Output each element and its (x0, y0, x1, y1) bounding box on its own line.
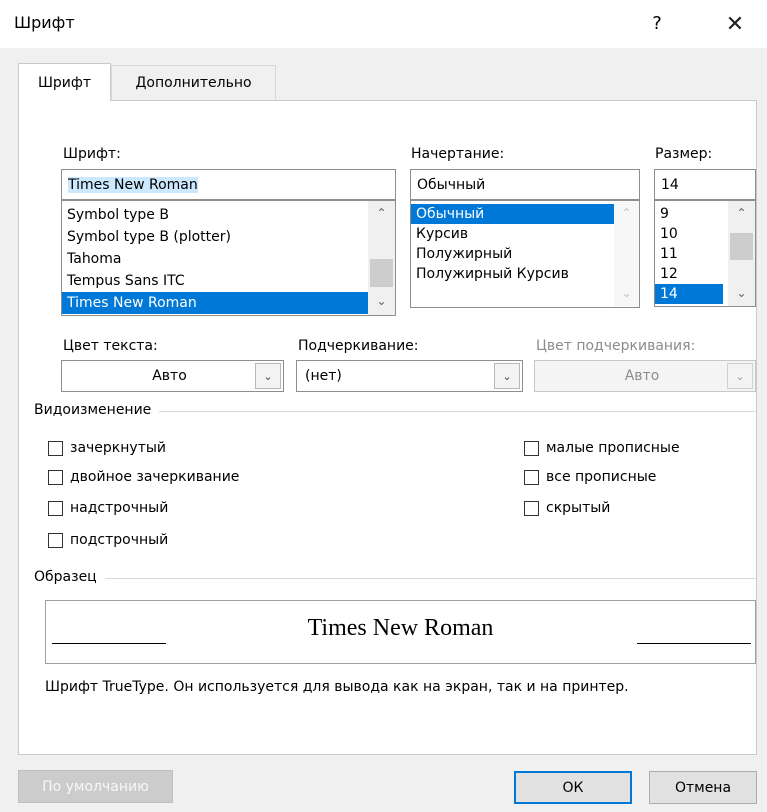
checkbox-box[interactable] (524, 440, 539, 456)
scroll-up-icon[interactable]: ⌃ (728, 201, 755, 225)
size-list-scroll-thumb[interactable] (730, 233, 753, 260)
underline-color-value: Авто (624, 368, 660, 384)
font-type-note: Шрифт TrueType. Он используется для выво… (45, 679, 629, 695)
underline-select[interactable]: (нет) ⌄ (296, 360, 523, 392)
effects-section-label: Видоизменение (34, 402, 160, 418)
font-list-item[interactable]: Symbol type B (62, 204, 368, 226)
size-list-scrollbar[interactable]: ⌃ ⌄ (728, 201, 755, 306)
preview-box: Times New Roman (45, 600, 756, 664)
style-list-scrollbar[interactable]: ⌃ ⌄ (614, 201, 639, 307)
checkbox-box[interactable] (48, 469, 63, 485)
preview-right-line (637, 643, 751, 644)
font-input-value: Times New Roman (68, 176, 198, 193)
font-label: Шрифт: (63, 146, 121, 162)
tab-advanced-label: Дополнительно (135, 75, 252, 91)
size-list[interactable]: 9 10 11 12 14 ⌃ ⌄ (654, 200, 756, 307)
font-list-item[interactable]: Symbol type B (plotter) (62, 226, 368, 248)
style-list-item-selected[interactable]: Обычный (411, 204, 614, 224)
hidden-checkbox[interactable]: скрытый (524, 500, 610, 516)
checkbox-box[interactable] (524, 469, 539, 485)
scroll-up-icon[interactable]: ⌃ (614, 201, 639, 225)
size-input[interactable]: 14 (654, 169, 756, 200)
small-caps-label: малые прописные (546, 440, 680, 456)
font-list-item[interactable]: Tempus Sans ITC (62, 270, 368, 292)
small-caps-checkbox[interactable]: малые прописные (524, 440, 680, 456)
underline-label: Подчеркивание: (298, 338, 419, 354)
size-list-item[interactable]: 11 (655, 244, 723, 264)
tab-font[interactable]: Шрифт (18, 63, 111, 101)
size-list-item[interactable]: 9 (655, 204, 723, 224)
text-color-value: Авто (152, 368, 187, 384)
chevron-down-icon[interactable]: ⌄ (255, 363, 281, 389)
style-input-value: Обычный (417, 176, 486, 193)
font-list[interactable]: Symbol type B Symbol type B (plotter) Ta… (61, 200, 396, 316)
double-strikethrough-label: двойное зачеркивание (70, 469, 240, 485)
checkbox-box[interactable] (48, 532, 63, 548)
font-list-scrollbar[interactable]: ⌃ ⌄ (368, 201, 395, 315)
scroll-down-icon[interactable]: ⌄ (728, 281, 755, 305)
font-input[interactable]: Times New Roman (61, 169, 396, 200)
preview-left-line (52, 643, 166, 644)
tab-advanced[interactable]: Дополнительно (111, 65, 276, 100)
text-color-label: Цвет текста: (63, 338, 158, 354)
scroll-down-icon[interactable]: ⌄ (368, 289, 395, 313)
style-input[interactable]: Обычный (410, 169, 640, 200)
preview-section-label: Образец (34, 569, 105, 585)
close-button[interactable]: ✕ (715, 8, 755, 40)
subscript-checkbox[interactable]: подстрочный (48, 532, 168, 548)
underline-color-select: Авто ⌄ (534, 360, 756, 392)
subscript-label: подстрочный (70, 532, 169, 548)
superscript-label: надстрочный (70, 500, 169, 516)
help-button[interactable]: ? (642, 8, 672, 38)
checkbox-box[interactable] (48, 440, 63, 456)
underline-value: (нет) (305, 368, 342, 384)
size-list-item-selected[interactable]: 14 (655, 284, 723, 304)
preview-text: Times New Roman (307, 615, 494, 641)
font-list-item-selected[interactable]: Times New Roman (62, 292, 368, 314)
size-list-item[interactable]: 10 (655, 224, 723, 244)
preview-divider (40, 578, 756, 579)
style-list[interactable]: Обычный Курсив Полужирный Полужирный Кур… (410, 200, 640, 308)
strikethrough-label: зачеркнутый (70, 440, 166, 456)
style-list-item[interactable]: Полужирный (411, 244, 614, 264)
tab-font-label: Шрифт (37, 74, 92, 91)
text-color-select[interactable]: Авто ⌄ (61, 360, 284, 392)
set-default-button: По умолчанию (18, 770, 173, 803)
chevron-down-icon: ⌄ (727, 363, 753, 389)
hidden-label: скрытый (546, 500, 611, 516)
size-label: Размер: (655, 146, 713, 162)
style-list-item[interactable]: Полужирный Курсив (411, 264, 614, 284)
size-input-value: 14 (661, 176, 679, 193)
dialog-title: Шрифт (14, 13, 75, 32)
style-list-item[interactable]: Курсив (411, 224, 614, 244)
cancel-button[interactable]: Отмена (649, 771, 757, 804)
all-caps-checkbox[interactable]: все прописные (524, 469, 656, 485)
underline-color-label: Цвет подчеркивания: (536, 338, 696, 354)
chevron-down-icon[interactable]: ⌄ (494, 363, 520, 389)
scroll-down-icon[interactable]: ⌄ (614, 281, 639, 305)
ok-button[interactable]: ОК (514, 771, 632, 804)
all-caps-label: все прописные (546, 469, 657, 485)
size-list-item[interactable]: 12 (655, 264, 723, 284)
font-list-item[interactable]: Tahoma (62, 248, 368, 270)
scroll-up-icon[interactable]: ⌃ (368, 201, 395, 225)
checkbox-box[interactable] (48, 500, 63, 516)
style-label: Начертание: (411, 146, 505, 162)
strikethrough-checkbox[interactable]: зачеркнутый (48, 440, 166, 456)
superscript-checkbox[interactable]: надстрочный (48, 500, 168, 516)
double-strikethrough-checkbox[interactable]: двойное зачеркивание (48, 469, 239, 485)
checkbox-box[interactable] (524, 500, 539, 516)
font-list-scroll-thumb[interactable] (370, 259, 393, 287)
